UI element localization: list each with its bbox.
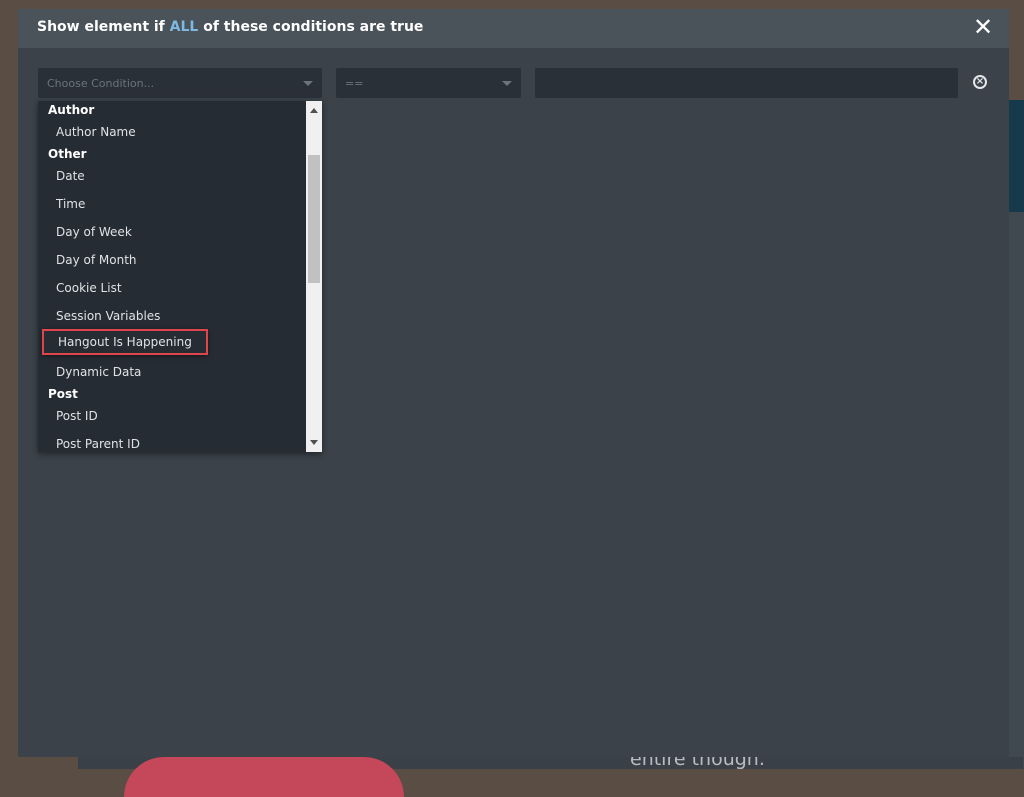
remove-condition-icon[interactable]: × [973,75,987,89]
option-day-of-week[interactable]: Day of Week [56,225,132,239]
background-content-strip [1009,212,1024,769]
operator-select[interactable]: == [336,68,521,98]
option-session-variables[interactable]: Session Variables [56,309,160,323]
close-icon[interactable]: ✕ [971,15,995,39]
option-author-name[interactable]: Author Name [56,125,136,139]
scrollbar-thumb[interactable] [308,155,320,283]
option-hangout-is-happening[interactable]: Hangout Is Happening [42,329,208,355]
dropdown-scrollbar[interactable] [306,101,322,452]
condition-dropdown: Author Author Name Other Date Time Day o… [38,101,322,452]
conditions-modal: Show element if ALL of these conditions … [18,9,1009,757]
scroll-up-arrow-icon[interactable] [310,108,318,113]
match-mode-link[interactable]: ALL [170,19,199,35]
option-day-of-month[interactable]: Day of Month [56,253,137,267]
group-label-author: Author [48,103,95,117]
background-header-strip [1009,100,1024,212]
chevron-down-icon [303,81,313,86]
option-dynamic-data[interactable]: Dynamic Data [56,365,141,379]
condition-select[interactable]: Choose Condition... [38,68,322,98]
condition-value-input[interactable] [535,68,958,98]
group-label-other: Other [48,147,87,161]
option-cookie-list[interactable]: Cookie List [56,281,122,295]
condition-select-placeholder: Choose Condition... [47,77,155,90]
option-time[interactable]: Time [56,197,85,211]
group-label-post: Post [48,387,78,401]
modal-header: Show element if ALL of these conditions … [18,9,1009,48]
option-post-parent-id[interactable]: Post Parent ID [56,437,140,451]
modal-title: Show element if ALL of these conditions … [37,19,424,35]
scroll-down-arrow-icon[interactable] [310,440,318,445]
chevron-down-icon [502,81,512,86]
background-decorative-shape [124,757,404,797]
option-post-id[interactable]: Post ID [56,409,98,423]
operator-select-value: == [345,77,364,90]
option-date[interactable]: Date [56,169,85,183]
